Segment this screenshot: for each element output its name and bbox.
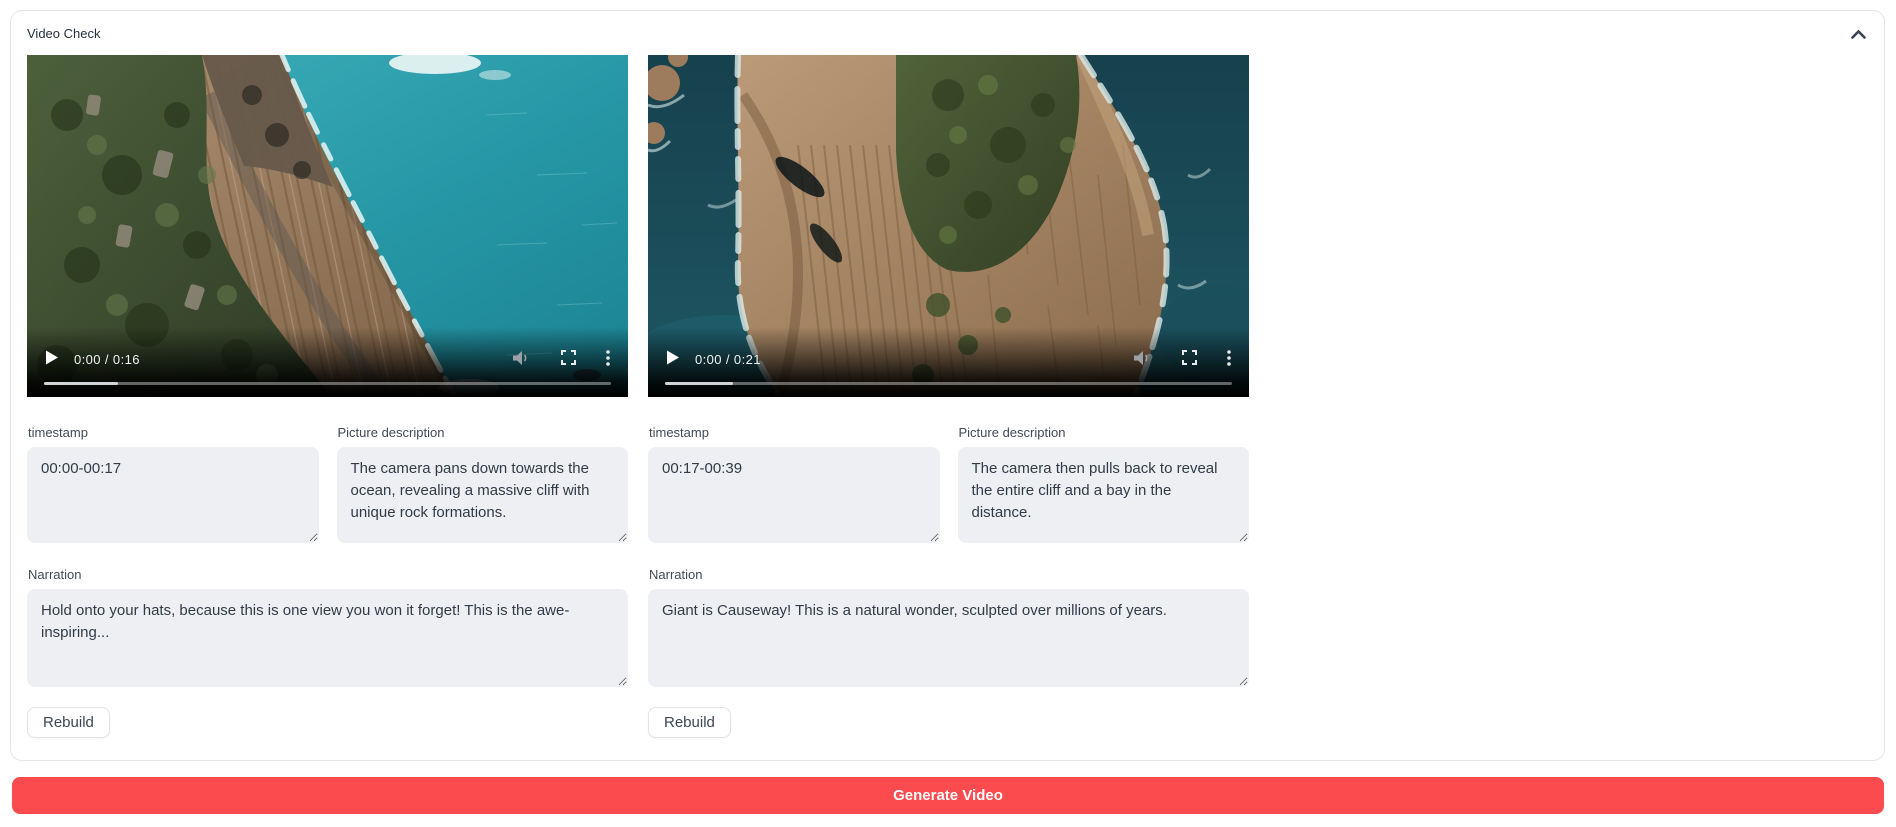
narration-label: Narration [649,567,1249,583]
timestamp-label: timestamp [649,425,940,441]
muted-speaker-icon [512,350,531,369]
video-controls-bar: 0:00 / 0:16 [27,345,628,373]
play-icon [666,350,679,368]
clip-column-2: 0:00 / 0:21 [648,55,1249,738]
video-seekbar[interactable] [665,382,1232,385]
overflow-menu-button[interactable] [606,350,610,369]
mute-button[interactable] [512,350,531,369]
picture-description-label: Picture description [338,425,629,441]
narration-input[interactable]: Hold onto your hats, because this is one… [27,589,628,687]
timestamp-field-group: timestamp 00:00-00:17 [27,425,319,543]
muted-speaker-icon [1133,350,1152,369]
narration-field-group: Narration Hold onto your hats, because t… [27,567,628,687]
fullscreen-icon [561,350,576,368]
video-seekbar[interactable] [44,382,611,385]
overflow-menu-button[interactable] [1227,350,1231,369]
kebab-menu-icon [606,350,610,369]
mute-button[interactable] [1133,350,1152,369]
chevron-up-icon [1851,27,1866,42]
accordion-header[interactable]: Video Check [27,23,1868,45]
fullscreen-icon [1182,350,1197,368]
timestamp-input[interactable]: 00:17-00:39 [648,447,940,543]
video-check-panel: Video Check [10,10,1885,761]
picture-description-input[interactable]: The camera then pulls back to reveal the… [958,447,1250,543]
generate-video-button[interactable]: Generate Video [12,777,1884,814]
picture-description-field-group: Picture description The camera pans down… [337,425,629,543]
rebuild-button-1[interactable]: Rebuild [27,707,110,738]
video-time-display: 0:00 / 0:16 [74,352,140,367]
video-player-2[interactable]: 0:00 / 0:21 [648,55,1249,397]
clips-grid: 0:00 / 0:16 [27,55,1868,738]
rebuild-button-2[interactable]: Rebuild [648,707,731,738]
video-buffered-range [665,382,733,385]
narration-input[interactable]: Giant is Causeway! This is a natural won… [648,589,1249,687]
play-button[interactable] [666,350,679,368]
accordion-title: Video Check [27,24,100,44]
narration-field-group: Narration Giant is Causeway! This is a n… [648,567,1249,687]
video-player-1[interactable]: 0:00 / 0:16 [27,55,628,397]
picture-description-label: Picture description [959,425,1250,441]
video-buffered-range [44,382,118,385]
video-controls-bar: 0:00 / 0:21 [648,345,1249,373]
picture-description-input[interactable]: The camera pans down towards the ocean, … [337,447,629,543]
timestamp-label: timestamp [28,425,319,441]
fullscreen-button[interactable] [1182,350,1197,368]
kebab-menu-icon [1227,350,1231,369]
play-button[interactable] [45,350,58,368]
collapse-accordion-button[interactable] [1849,25,1868,44]
clip-column-1: 0:00 / 0:16 [27,55,628,738]
narration-label: Narration [28,567,628,583]
timestamp-input[interactable]: 00:00-00:17 [27,447,319,543]
fullscreen-button[interactable] [561,350,576,368]
timestamp-field-group: timestamp 00:17-00:39 [648,425,940,543]
play-icon [45,350,58,368]
picture-description-field-group: Picture description The camera then pull… [958,425,1250,543]
video-time-display: 0:00 / 0:21 [695,352,761,367]
